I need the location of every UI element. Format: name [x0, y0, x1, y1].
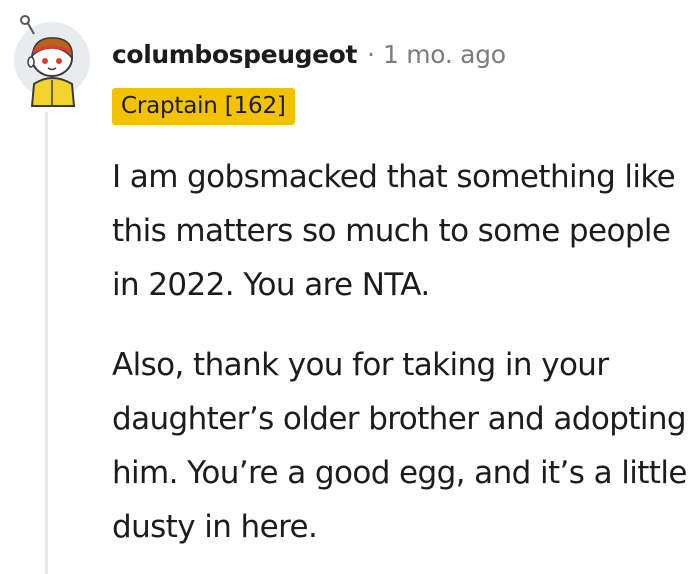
user-flair-badge: Craptain [162]	[112, 88, 295, 125]
avatar[interactable]	[12, 14, 92, 108]
timestamp-link[interactable]: 1 mo. ago	[383, 40, 506, 69]
comment: columbospeugeot · 1 mo. ago Craptain [16…	[0, 0, 700, 574]
separator-dot: ·	[367, 39, 375, 69]
thread-collapse-line[interactable]	[45, 112, 48, 574]
username-link[interactable]: columbospeugeot	[112, 40, 357, 69]
snoo-avatar-icon	[14, 15, 90, 107]
comment-paragraph: I am gobsmacked that something like this…	[112, 159, 676, 303]
comment-body: I am gobsmacked that something like this…	[112, 150, 697, 554]
comment-paragraph: Also, thank you for taking in your daugh…	[112, 347, 687, 545]
comment-header: columbospeugeot · 1 mo. ago	[112, 34, 506, 74]
